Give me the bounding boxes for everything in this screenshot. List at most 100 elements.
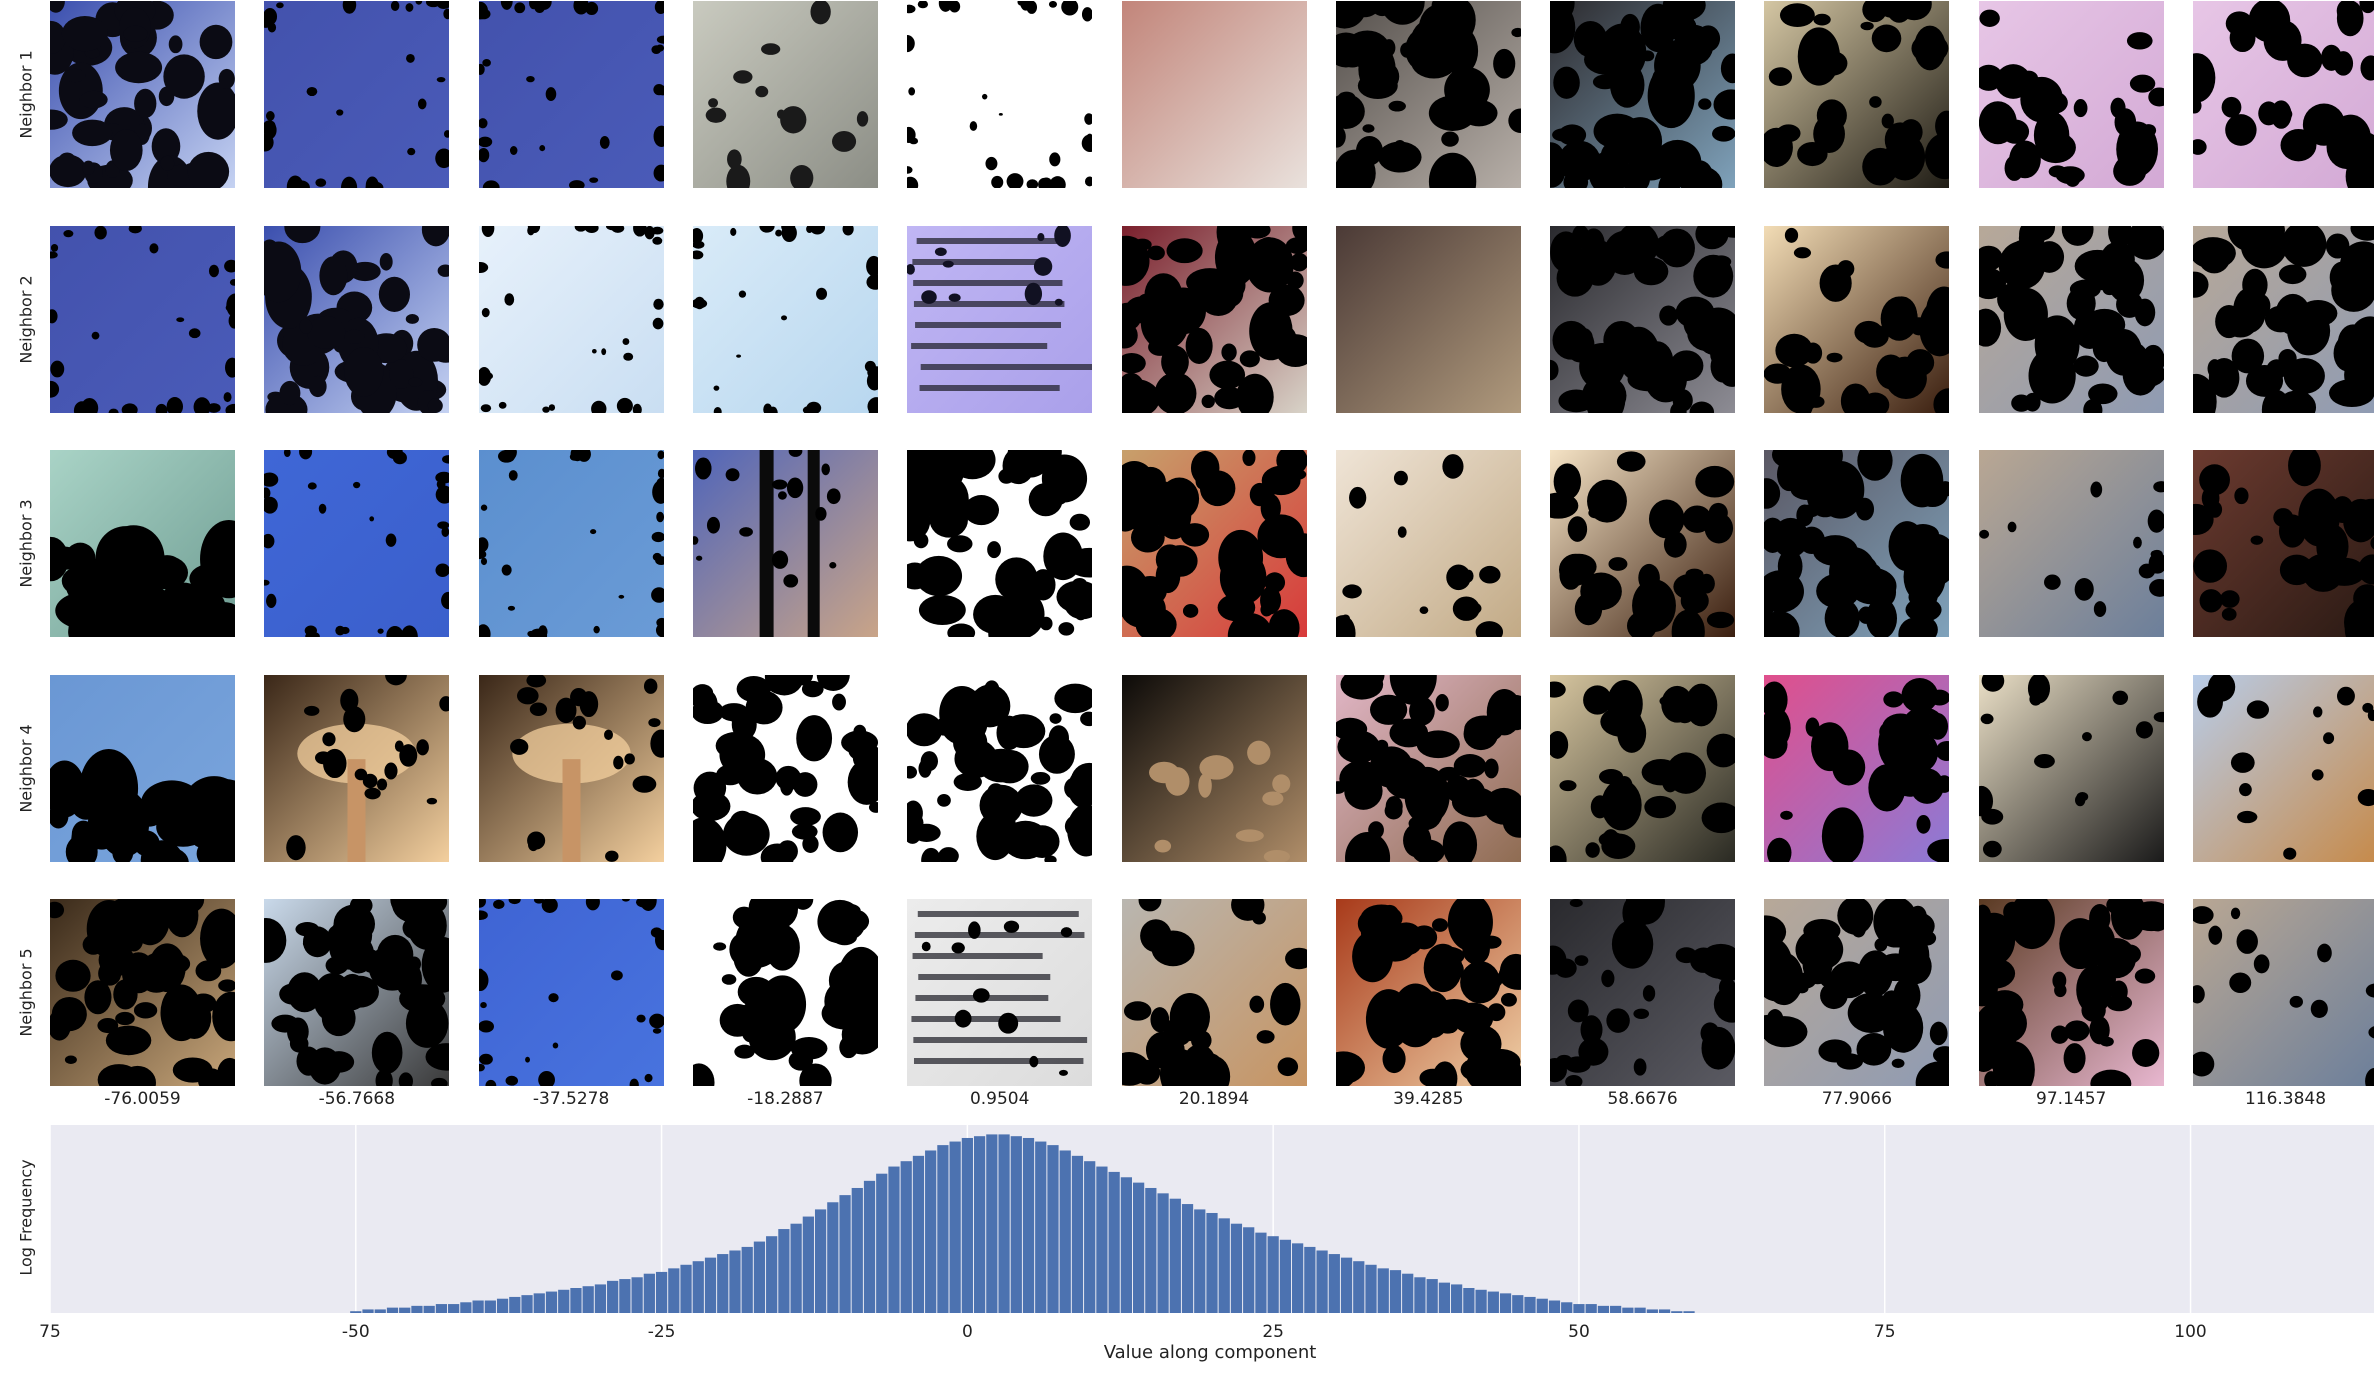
histogram-bar <box>558 1289 570 1313</box>
histogram-bar <box>766 1236 778 1313</box>
histogram-bar <box>631 1277 643 1313</box>
row-label-text: Neighbor 5 <box>16 948 36 1038</box>
histogram-bar <box>1169 1198 1181 1313</box>
histogram-bar <box>1487 1291 1499 1313</box>
histogram-bar <box>607 1280 619 1313</box>
thumbnail-image <box>1335 450 1521 638</box>
neighbor-thumbnail <box>692 674 878 862</box>
histogram-bar <box>1096 1166 1108 1313</box>
column-value-label: -76.0059 <box>104 1089 181 1109</box>
histogram-bar <box>448 1304 460 1313</box>
histogram-bar <box>1108 1171 1120 1313</box>
neighbor-thumbnail <box>1764 899 1950 1087</box>
neighbor-thumbnail <box>264 674 450 862</box>
histogram-bar <box>1389 1270 1402 1313</box>
thumbnail-image <box>1764 225 1950 413</box>
column-value-label: 77.9066 <box>1821 1089 1893 1109</box>
row-label: Neighbor 4 <box>4 675 48 862</box>
neighbor-thumbnail <box>2193 899 2374 1087</box>
histogram-bar <box>1610 1305 1622 1313</box>
neighbor-thumbnail <box>478 674 664 862</box>
histogram-bar <box>1597 1305 1610 1313</box>
thumbnail-image <box>907 450 1093 638</box>
neighbor-thumbnail <box>264 225 450 413</box>
neighbor-thumbnail <box>1550 899 1736 1087</box>
y-axis-label-box: Log Frequency <box>4 1122 48 1312</box>
histogram-bar <box>1377 1268 1389 1313</box>
thumbnail-image <box>50 450 235 638</box>
histogram-bar <box>411 1305 423 1313</box>
neighbor-thumbnail <box>1978 1 2164 188</box>
column-value-label: -37.5278 <box>532 1089 610 1109</box>
histogram-bar <box>1218 1218 1230 1313</box>
thumbnail-image <box>264 1 450 188</box>
neighbor-thumbnail <box>50 1 235 188</box>
thumbnail-image <box>692 225 878 413</box>
histogram-bar <box>778 1229 790 1313</box>
histogram-bar <box>655 1271 668 1313</box>
neighbor-thumbnail <box>1764 674 1950 862</box>
thumbnail-image <box>2193 1 2374 188</box>
neighbor-thumbnail <box>1978 674 2164 862</box>
thumbnail-image <box>1978 450 2164 638</box>
neighbor-thumbnail <box>478 225 664 413</box>
histogram-bar <box>362 1309 374 1313</box>
histogram-bar <box>1010 1136 1022 1313</box>
histogram-bar <box>423 1305 435 1313</box>
neighbor-thumbnail <box>2193 225 2374 413</box>
histogram-bar <box>1084 1161 1096 1313</box>
thumbnail-image <box>1121 899 1307 1087</box>
row-label: Neighbor 1 <box>4 1 48 188</box>
histogram-bar <box>399 1307 411 1313</box>
histogram-bar <box>729 1250 741 1313</box>
thumbnail-image <box>692 1 878 188</box>
histogram-bar <box>1194 1209 1206 1313</box>
histogram-bar <box>1035 1141 1047 1313</box>
histogram-bar <box>545 1291 558 1313</box>
histogram-bar <box>1255 1232 1267 1313</box>
column-value-label: -56.7668 <box>318 1089 396 1109</box>
histogram-bar <box>1438 1282 1451 1313</box>
neighbor-thumbnail <box>1978 225 2164 413</box>
row-label-text: Neighbor 3 <box>16 499 36 588</box>
thumbnail-image <box>1335 899 1521 1087</box>
thumbnail-image <box>1978 1 2164 188</box>
neighbor-thumbnail <box>478 450 664 638</box>
column-value-label: 39.4285 <box>1393 1089 1464 1109</box>
neighbor-thumbnail <box>1978 450 2164 638</box>
histogram-bar <box>521 1295 533 1313</box>
neighbor-thumbnail <box>1550 450 1736 638</box>
histogram-bar <box>1658 1309 1671 1313</box>
neighbor-thumbnail <box>1121 450 1307 638</box>
histogram-bar <box>1047 1145 1059 1313</box>
neighbor-thumbnail <box>692 899 878 1087</box>
histogram-bar <box>1573 1304 1585 1313</box>
histogram-bar <box>1120 1177 1132 1313</box>
histogram-bar <box>350 1311 362 1313</box>
histogram-bar <box>1353 1261 1365 1313</box>
neighbor-thumbnail <box>1121 674 1307 862</box>
histogram-bar <box>496 1298 509 1313</box>
histogram-bar <box>533 1293 545 1313</box>
thumbnail-image <box>2193 225 2374 413</box>
thumbnail-image <box>1764 674 1950 862</box>
neighbor-thumbnail <box>907 899 1093 1087</box>
neighbor-thumbnail <box>478 899 664 1087</box>
thumbnail-image <box>1550 225 1736 413</box>
neighbor-thumbnail <box>1121 225 1307 413</box>
thumbnail-image <box>2193 899 2374 1087</box>
histogram-bar <box>570 1287 582 1313</box>
neighbor-thumbnail <box>264 899 450 1087</box>
column-value-label: 0.9504 <box>969 1089 1030 1109</box>
thumbnail-image <box>1121 674 1307 862</box>
neighbor-thumbnail <box>907 674 1093 862</box>
histogram-bar <box>753 1241 766 1313</box>
histogram-bar <box>949 1141 961 1313</box>
histogram-bar <box>1475 1289 1487 1313</box>
thumbnail-image <box>50 1 235 188</box>
histogram-bar <box>1524 1296 1536 1313</box>
histogram-bar <box>374 1309 386 1313</box>
histogram-bar <box>1414 1277 1426 1313</box>
thumbnail-image <box>1550 450 1736 638</box>
histogram-bar <box>925 1150 937 1313</box>
